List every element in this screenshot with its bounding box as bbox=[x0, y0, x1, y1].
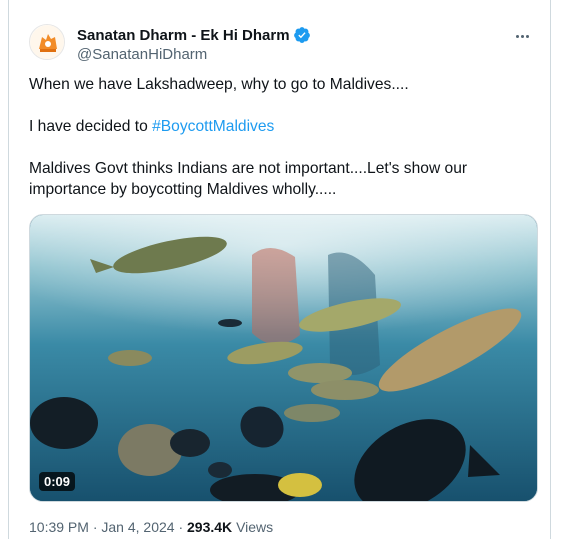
views-count: 293.4K bbox=[187, 519, 233, 535]
verified-badge-icon bbox=[293, 27, 310, 43]
author-handle[interactable]: @SanatanHiDharm bbox=[77, 46, 311, 63]
video-player[interactable]: 0:09 bbox=[29, 214, 538, 502]
meta-separator: · bbox=[92, 519, 98, 535]
author-names: Sanatan Dharm - Ek Hi Dharm @SanatanHiDh… bbox=[77, 25, 311, 63]
tweet-header: Sanatan Dharm - Ek Hi Dharm @SanatanHiDh… bbox=[29, 22, 532, 66]
tweet-line-2-prefix: I have decided to bbox=[29, 118, 153, 135]
video-thumbnail bbox=[30, 215, 537, 501]
tweet-text: When we have Lakshadweep, why to go to M… bbox=[29, 74, 529, 221]
meta-separator-2: · bbox=[178, 519, 184, 535]
author-display-name[interactable]: Sanatan Dharm - Ek Hi Dharm bbox=[77, 27, 290, 44]
tweet-card: Sanatan Dharm - Ek Hi Dharm @SanatanHiDh… bbox=[8, 0, 551, 539]
video-duration-badge: 0:09 bbox=[39, 472, 76, 491]
tweet-line-2: I have decided to #BoycottMaldives bbox=[29, 116, 529, 137]
tweet-meta: 10:39 PM · Jan 4, 2024 · 293.4K Views bbox=[29, 519, 273, 535]
tweet-time[interactable]: 10:39 PM bbox=[29, 519, 89, 535]
tweet-line-1: When we have Lakshadweep, why to go to M… bbox=[29, 76, 409, 93]
tweet-line-3: Maldives Govt thinks Indians are not imp… bbox=[29, 160, 468, 198]
views-label: Views bbox=[236, 519, 274, 535]
tweet-date[interactable]: Jan 4, 2024 bbox=[101, 519, 174, 535]
more-options-icon[interactable] bbox=[512, 26, 532, 46]
avatar[interactable] bbox=[29, 24, 65, 60]
hashtag-link[interactable]: #BoycottMaldives bbox=[152, 118, 274, 135]
